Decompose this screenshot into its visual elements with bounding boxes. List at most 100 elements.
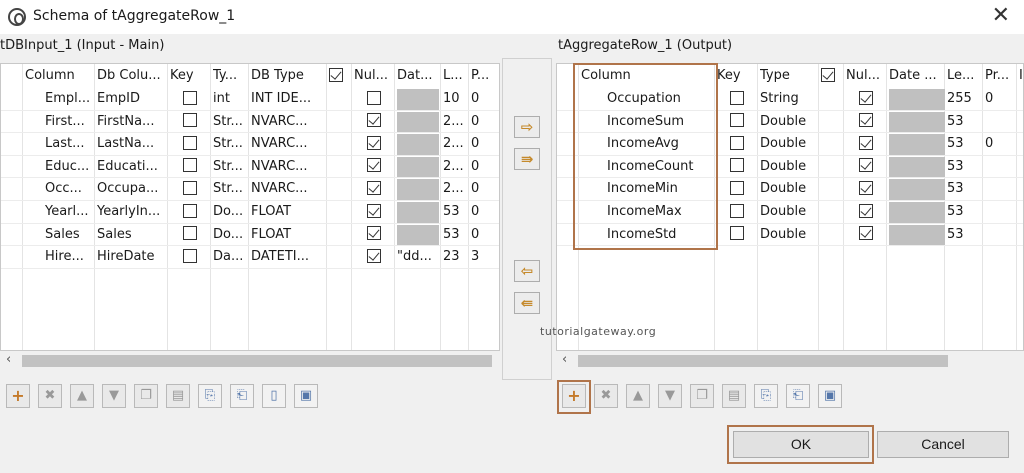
column-header[interactable]: Dat...	[397, 64, 441, 88]
move-down-button[interactable]: ▼	[102, 384, 126, 408]
output-horizontal-scrollbar[interactable]: ‹	[556, 351, 1024, 371]
reset-db-types-button[interactable]: ▯	[262, 384, 286, 408]
nullable-checkbox[interactable]	[859, 180, 873, 195]
table-row[interactable]: First... FirstNa... Str... NVARC... 2... 0	[1, 111, 499, 134]
output-schema-table[interactable]: Column Key Type Nul... Date ... Le... Pr... I Oc…	[556, 63, 1024, 351]
key-checkbox[interactable]	[730, 135, 744, 150]
key-checkbox[interactable]	[183, 226, 197, 241]
table-row[interactable]: IncomeAvg Double 53 0	[557, 133, 1023, 156]
table-row[interactable]: IncomeCount Double 53	[557, 156, 1023, 179]
ok-button[interactable]: OK	[733, 431, 869, 458]
key-checkbox[interactable]	[183, 180, 197, 195]
scroll-thumb[interactable]	[578, 355, 948, 367]
column-header[interactable]: Ty...	[213, 64, 249, 88]
table-row[interactable]: IncomeSum Double 53	[557, 111, 1023, 134]
key-checkbox[interactable]	[183, 135, 197, 150]
table-row[interactable]: Educ... Educati... Str... NVARC... 2... 0	[1, 156, 499, 179]
move-down-button[interactable]: ▼	[658, 384, 682, 408]
remove-row-button[interactable]: ✖	[594, 384, 618, 408]
key-checkbox[interactable]	[730, 158, 744, 173]
cancel-button[interactable]: Cancel	[877, 431, 1009, 458]
column-header[interactable]: Le...	[947, 64, 983, 88]
key-checkbox[interactable]	[730, 180, 744, 195]
column-header[interactable]: Nul...	[846, 64, 886, 88]
key-checkbox[interactable]	[730, 113, 744, 128]
close-icon[interactable]: ✕	[992, 3, 1010, 29]
nullable-checkbox[interactable]	[859, 135, 873, 150]
column-header[interactable]: DB Type	[251, 64, 327, 88]
paste-button[interactable]: ▤	[722, 384, 746, 408]
copy-button[interactable]: ❐	[690, 384, 714, 408]
copy-selected-right-button[interactable]: ⇨	[514, 116, 540, 138]
header-nullable-select-all[interactable]	[329, 64, 351, 88]
nullable-checkbox[interactable]	[367, 135, 381, 150]
table-row[interactable]: Hire... HireDate Da... DATETI... "dd... 23 3	[1, 246, 499, 269]
key-checkbox[interactable]	[183, 90, 197, 105]
table-row[interactable]: IncomeMax Double 53	[557, 201, 1023, 224]
input-schema-table[interactable]: Column Db Colu... Key Ty... DB Type Nul... Dat…	[0, 63, 500, 351]
export-schema-button[interactable]: ⎗	[786, 384, 810, 408]
add-row-button[interactable]: +	[562, 384, 586, 408]
select-all-checkbox[interactable]	[329, 67, 343, 82]
column-header[interactable]: Key	[170, 64, 210, 88]
remove-row-button[interactable]: ✖	[38, 384, 62, 408]
save-schema-button[interactable]: ▣	[294, 384, 318, 408]
nullable-checkbox[interactable]	[859, 203, 873, 218]
column-header[interactable]: Type	[760, 64, 820, 88]
nullable-checkbox[interactable]	[859, 113, 873, 128]
nullable-checkbox[interactable]	[859, 226, 873, 241]
paste-button[interactable]: ▤	[166, 384, 190, 408]
header-nullable-select-all[interactable]	[821, 64, 843, 88]
select-all-checkbox[interactable]	[821, 67, 835, 82]
column-header[interactable]: Date ...	[889, 64, 945, 88]
import-schema-button[interactable]: ⎘	[198, 384, 222, 408]
table-row[interactable]: IncomeMin Double 53	[557, 178, 1023, 201]
column-header[interactable]: I	[1019, 64, 1023, 88]
table-row[interactable]: Empl... EmpID int INT IDE... 10 0	[1, 88, 499, 111]
move-up-button[interactable]: ▲	[626, 384, 650, 408]
add-row-button[interactable]: +	[6, 384, 30, 408]
key-checkbox[interactable]	[730, 226, 744, 241]
scroll-left-arrow[interactable]: ‹	[562, 352, 567, 367]
move-up-button[interactable]: ▲	[70, 384, 94, 408]
scroll-left-arrow[interactable]: ‹	[6, 352, 11, 367]
scroll-thumb[interactable]	[22, 355, 492, 367]
nullable-checkbox[interactable]	[367, 180, 381, 195]
nullable-checkbox[interactable]	[859, 158, 873, 173]
table-row[interactable]: Yearl... YearlyIn... Do... FLOAT 53 0	[1, 201, 499, 224]
copy-all-left-button[interactable]: ⇚	[514, 292, 540, 314]
table-row[interactable]: IncomeStd Double 53	[557, 224, 1023, 247]
table-row[interactable]: Sales Sales Do... FLOAT 53 0	[1, 224, 499, 247]
nullable-checkbox[interactable]	[859, 90, 873, 105]
column-header[interactable]: Key	[717, 64, 757, 88]
key-checkbox[interactable]	[183, 203, 197, 218]
key-checkbox[interactable]	[183, 158, 197, 173]
copy-button[interactable]: ❐	[134, 384, 158, 408]
copy-selected-left-button[interactable]: ⇦	[514, 260, 540, 282]
import-schema-button[interactable]: ⎘	[754, 384, 778, 408]
column-header[interactable]: P...	[471, 64, 497, 88]
column-header[interactable]: Column	[25, 64, 95, 88]
save-schema-button[interactable]: ▣	[818, 384, 842, 408]
input-horizontal-scrollbar[interactable]: ‹	[0, 351, 500, 371]
column-header[interactable]: Nul...	[354, 64, 394, 88]
nullable-checkbox[interactable]	[367, 90, 381, 105]
export-schema-button[interactable]: ⎗	[230, 384, 254, 408]
key-checkbox[interactable]	[730, 90, 744, 105]
table-row[interactable]: Occ... Occupa... Str... NVARC... 2... 0	[1, 178, 499, 201]
table-row[interactable]: Occupation String 255 0	[557, 88, 1023, 111]
nullable-checkbox[interactable]	[367, 113, 381, 128]
column-header[interactable]: Column	[581, 64, 711, 88]
nullable-checkbox[interactable]	[367, 158, 381, 173]
nullable-checkbox[interactable]	[367, 226, 381, 241]
nullable-checkbox[interactable]	[367, 203, 381, 218]
column-header[interactable]: L...	[443, 64, 469, 88]
column-header[interactable]: Db Colu...	[97, 64, 167, 88]
nullable-checkbox[interactable]	[367, 248, 381, 263]
key-checkbox[interactable]	[183, 113, 197, 128]
column-header[interactable]: Pr...	[985, 64, 1017, 88]
key-checkbox[interactable]	[730, 203, 744, 218]
key-checkbox[interactable]	[183, 248, 197, 263]
table-row[interactable]: Last... LastNa... Str... NVARC... 2... 0	[1, 133, 499, 156]
copy-all-right-button[interactable]: ⇛	[514, 148, 540, 170]
